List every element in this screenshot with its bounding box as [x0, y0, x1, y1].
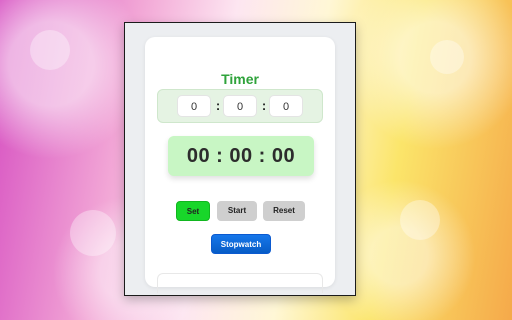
stopwatch-button[interactable]: Stopwatch — [211, 234, 271, 254]
background-bokeh — [70, 210, 116, 256]
time-separator: : — [215, 98, 221, 113]
background-bokeh — [400, 200, 440, 240]
hours-input[interactable]: 0 — [177, 95, 211, 117]
minutes-input[interactable]: 0 — [223, 95, 257, 117]
timer-card: Timer 0 : 0 : 0 00 : 00 : 00 Set Start R… — [145, 37, 335, 293]
extension-popup-window: Timer 0 : 0 : 0 00 : 00 : 00 Set Start R… — [124, 22, 356, 296]
start-button[interactable]: Start — [217, 201, 257, 221]
time-input-group: 0 : 0 : 0 — [157, 89, 323, 123]
background-bokeh — [30, 30, 70, 70]
reset-button[interactable]: Reset — [263, 201, 305, 221]
countdown-display: 00 : 00 : 00 — [168, 136, 314, 176]
set-button[interactable]: Set — [176, 201, 210, 221]
lower-panel — [157, 273, 323, 293]
seconds-input[interactable]: 0 — [269, 95, 303, 117]
page-title: Timer — [221, 71, 259, 87]
time-separator: : — [261, 98, 267, 113]
background-bokeh — [430, 40, 464, 74]
